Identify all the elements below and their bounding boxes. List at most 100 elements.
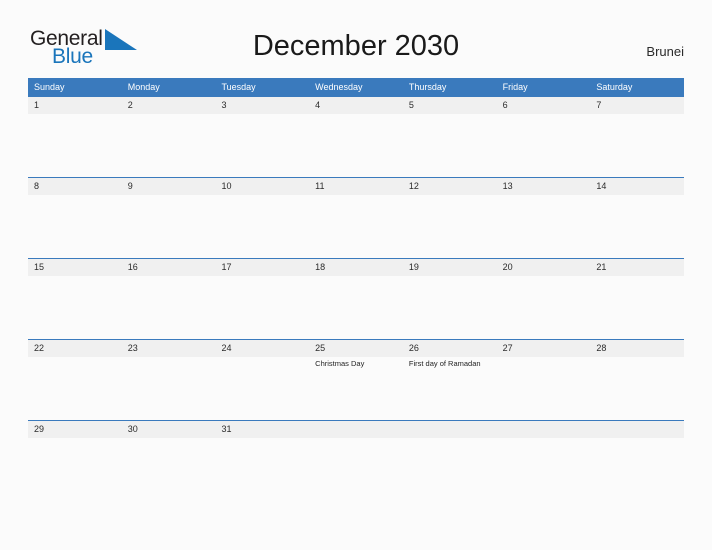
- calendar-day-cell[interactable]: 1: [28, 97, 122, 177]
- calendar-day-cell[interactable]: 22: [28, 340, 122, 420]
- day-number: 24: [221, 343, 232, 353]
- day-number: 12: [408, 181, 419, 191]
- day-number-band: [590, 97, 685, 114]
- day-number: 18: [315, 262, 326, 272]
- day-number: 25: [315, 343, 326, 353]
- calendar-day-cell[interactable]: 11: [309, 178, 403, 258]
- day-number-band: [496, 421, 591, 438]
- day-number: 6: [502, 100, 508, 110]
- weekday-header-row: Sunday Monday Tuesday Wednesday Thursday…: [28, 78, 684, 96]
- calendar-day-cell[interactable]: 21: [590, 259, 685, 339]
- calendar-day-cell[interactable]: 29: [28, 421, 122, 446]
- calendar-day-cell[interactable]: 20: [496, 259, 591, 339]
- day-number: 31: [221, 424, 232, 434]
- calendar-day-cell[interactable]: 27: [496, 340, 591, 420]
- calendar-day-cell[interactable]: 9: [121, 178, 216, 258]
- calendar-day-cell-empty: [590, 421, 685, 446]
- day-number-band: [402, 97, 497, 114]
- region-label: Brunei: [646, 44, 684, 59]
- calendar-day-cell[interactable]: 28: [590, 340, 685, 420]
- day-number: 16: [127, 262, 138, 272]
- calendar-day-cell[interactable]: 5: [402, 97, 497, 177]
- calendar-week-row: 22 23 24 25 Christmas Day 26 First day of Rama…: [28, 339, 685, 420]
- day-number: 19: [408, 262, 419, 272]
- day-number-band: [28, 97, 122, 114]
- holiday-label: First day of Ramadan: [408, 359, 481, 368]
- calendar-day-cell[interactable]: 30: [121, 421, 216, 446]
- calendar-day-cell[interactable]: 14: [590, 178, 685, 258]
- calendar-week-row: 15 16 17 18 19 20 21: [28, 258, 685, 339]
- calendar-day-cell[interactable]: 13: [496, 178, 591, 258]
- day-number: 28: [596, 343, 607, 353]
- calendar-day-cell[interactable]: 4: [309, 97, 403, 177]
- page-title: December 2030: [252, 30, 460, 62]
- calendar-day-cell[interactable]: 19: [402, 259, 497, 339]
- calendar-day-cell[interactable]: 26 First day of Ramadan: [402, 340, 497, 420]
- day-number-band: [309, 421, 403, 438]
- weekday-header-friday: Friday: [502, 82, 528, 92]
- calendar-week-row: 8 9 10 11 12 13 14: [28, 177, 685, 258]
- calendar-day-cell[interactable]: 12: [402, 178, 497, 258]
- calendar-day-cell-empty: [496, 421, 591, 446]
- day-number: 13: [502, 181, 513, 191]
- calendar-day-cell[interactable]: 18: [309, 259, 403, 339]
- day-number-band: [590, 421, 685, 438]
- calendar-day-cell-empty: [309, 421, 403, 446]
- calendar-day-cell[interactable]: 25 Christmas Day: [309, 340, 403, 420]
- day-events: First day of Ramadan: [409, 359, 493, 370]
- day-number-band: [215, 97, 310, 114]
- day-number: 9: [127, 181, 133, 191]
- day-number-band: [121, 97, 216, 114]
- day-number-band: [28, 178, 122, 195]
- day-number: 20: [502, 262, 513, 272]
- calendar-day-cell[interactable]: 8: [28, 178, 122, 258]
- day-number: 30: [127, 424, 138, 434]
- calendar-day-cell[interactable]: 23: [121, 340, 216, 420]
- calendar-day-cell[interactable]: 3: [215, 97, 310, 177]
- calendar-day-cell[interactable]: 31: [215, 421, 310, 446]
- day-number: 7: [596, 100, 602, 110]
- day-number: 17: [221, 262, 232, 272]
- calendar-day-cell[interactable]: 24: [215, 340, 310, 420]
- calendar-day-cell[interactable]: 10: [215, 178, 310, 258]
- day-number: 23: [127, 343, 138, 353]
- weekday-header-saturday: Saturday: [596, 82, 633, 92]
- day-number-band: [121, 178, 216, 195]
- day-number: 3: [221, 100, 227, 110]
- day-number: 11: [315, 181, 325, 191]
- holiday-label: Christmas Day: [315, 359, 365, 368]
- day-number: 5: [408, 100, 414, 110]
- day-number: 29: [34, 424, 45, 434]
- day-number: 2: [127, 100, 133, 110]
- day-number: 8: [34, 181, 40, 191]
- day-number: 1: [34, 100, 40, 110]
- calendar-weeks: 1 2 3 4 5 6 7 8 9 10 11 12 13 14 15 16 17 18 19 20 21 22 23 24 2…: [28, 96, 685, 446]
- calendar-day-cell[interactable]: 16: [121, 259, 216, 339]
- day-number: 21: [596, 262, 607, 272]
- calendar-grid: Sunday Monday Tuesday Wednesday Thursday…: [28, 78, 685, 446]
- day-number: 27: [502, 343, 513, 353]
- day-number: 10: [221, 181, 232, 191]
- day-number-band: [309, 97, 403, 114]
- day-events: Christmas Day: [315, 359, 399, 370]
- calendar-day-cell[interactable]: 15: [28, 259, 122, 339]
- day-number: 4: [315, 100, 321, 110]
- day-number-band: [496, 97, 591, 114]
- calendar-day-cell[interactable]: 2: [121, 97, 216, 177]
- calendar-week-row: 1 2 3 4 5 6 7: [28, 96, 685, 177]
- weekday-header-tuesday: Tuesday: [221, 82, 256, 92]
- day-number: 22: [34, 343, 45, 353]
- calendar-day-cell[interactable]: 7: [590, 97, 685, 177]
- weekday-header-wednesday: Wednesday: [315, 82, 363, 92]
- day-number: 15: [34, 262, 45, 272]
- calendar-day-cell[interactable]: 6: [496, 97, 591, 177]
- weekday-header-thursday: Thursday: [408, 82, 447, 92]
- page-header: General Blue December 2030 Brunei: [0, 0, 712, 67]
- day-number-band: [402, 421, 497, 438]
- weekday-header-monday: Monday: [127, 82, 160, 92]
- day-number: 26: [408, 343, 419, 353]
- calendar-day-cell[interactable]: 17: [215, 259, 310, 339]
- weekday-header-sunday: Sunday: [34, 82, 65, 92]
- calendar-week-row: 29 30 31: [28, 420, 685, 446]
- calendar-day-cell-empty: [402, 421, 497, 446]
